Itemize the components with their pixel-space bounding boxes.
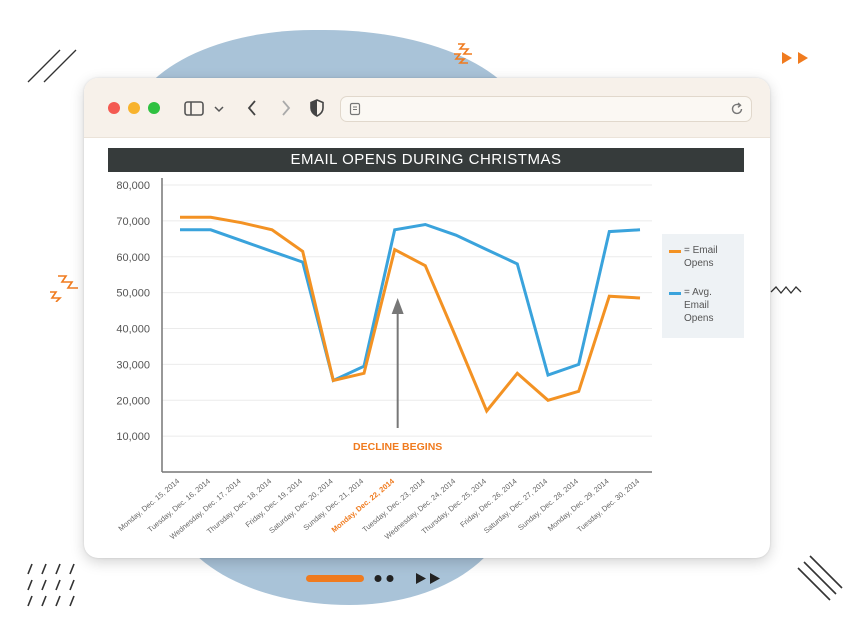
x-tick-label: Friday, Dec. 19, 2014	[244, 477, 304, 530]
minimize-window-button[interactable]	[128, 102, 140, 114]
y-tick-label: 20,000	[116, 395, 150, 407]
browser-toolbar	[84, 78, 770, 138]
dash-grid-decoration	[27, 563, 75, 607]
y-tick-label: 60,000	[116, 252, 150, 264]
slash-lines-decoration	[27, 49, 77, 83]
reload-icon[interactable]	[729, 101, 745, 117]
zigzag-top-decoration	[454, 43, 472, 64]
series-line-avg-email-opens	[180, 222, 641, 383]
maximize-window-button[interactable]	[148, 102, 160, 114]
page-icon	[349, 102, 361, 116]
close-window-button[interactable]	[108, 102, 120, 114]
carousel-indicator	[306, 572, 456, 591]
line-chart: 80,000 70,000 60,000 50,000 40,000 30,000 20,0…	[116, 178, 652, 541]
annotation-label: DECLINE BEGINS	[353, 441, 442, 453]
chart-legend: = Email Opens = Avg. Email Opens	[662, 234, 744, 338]
legend-swatch-avg-email-opens	[669, 292, 681, 295]
y-tick-label: 30,000	[116, 359, 150, 371]
next-arrow-icon[interactable]	[430, 573, 440, 584]
browser-window: EMAIL OPENS DURING CHRISTMAS 80,000 70,00…	[84, 78, 770, 558]
squiggle-right-decoration	[770, 285, 802, 295]
chart-panel: EMAIL OPENS DURING CHRISTMAS 80,000 70,00…	[84, 138, 770, 558]
next-arrow-icon[interactable]	[416, 573, 426, 584]
play-arrows-top-decoration	[782, 52, 808, 64]
shield-icon[interactable]	[308, 96, 326, 120]
address-bar[interactable]	[340, 96, 752, 122]
y-tick-label: 50,000	[116, 288, 150, 300]
chevron-down-icon[interactable]	[212, 96, 226, 120]
y-tick-label: 10,000	[116, 431, 150, 443]
sidebar-icon[interactable]	[182, 96, 206, 120]
carousel-dot[interactable]	[374, 575, 382, 582]
carousel-progress-bar	[306, 575, 364, 582]
back-arrow-icon[interactable]	[244, 96, 260, 120]
y-tick-label: 40,000	[116, 324, 150, 336]
legend-label-avg-email-opens: = Avg. Email Opens	[684, 287, 714, 324]
forward-arrow-icon[interactable]	[278, 96, 294, 120]
legend-swatch-email-opens	[669, 250, 681, 253]
y-tick-label: 80,000	[116, 180, 150, 192]
series-line-email-opens	[180, 215, 641, 414]
y-tick-label: 70,000	[116, 216, 150, 228]
legend-label-email-opens: = Email Opens	[684, 245, 718, 269]
carousel-dot[interactable]	[386, 575, 394, 582]
zigzag-left-decoration	[50, 275, 78, 302]
x-tick-label: Friday, Dec. 26, 2014	[458, 477, 518, 530]
annotation-arrow-head	[391, 298, 404, 314]
diagonal-lines-decoration	[797, 555, 843, 601]
